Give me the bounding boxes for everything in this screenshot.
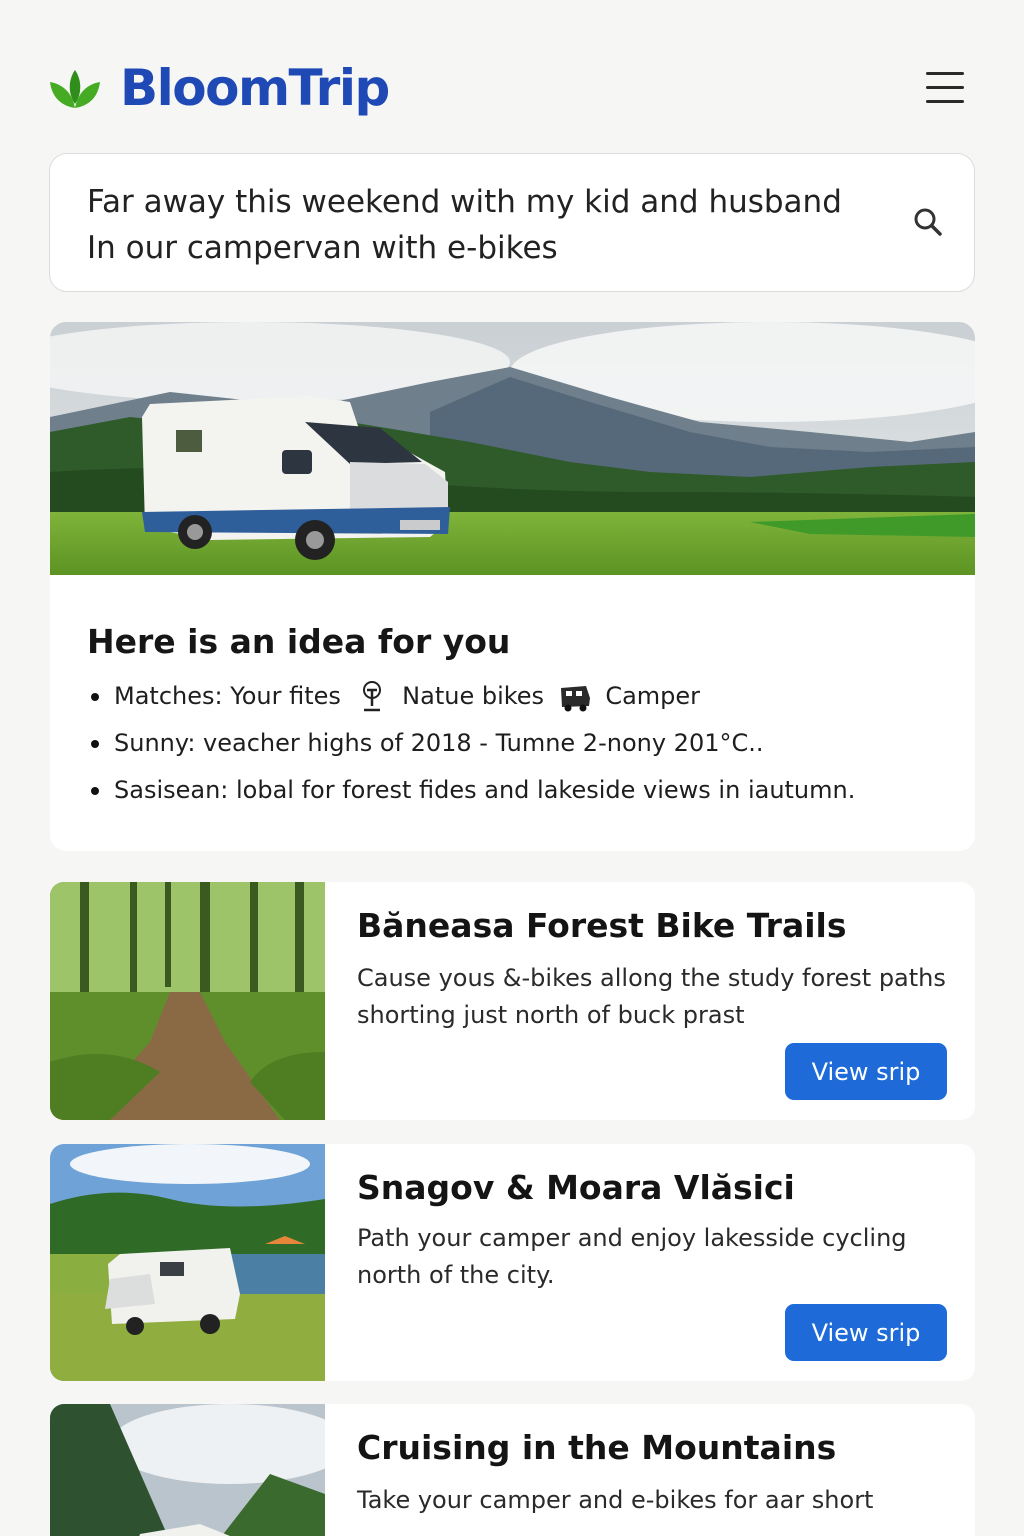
trip-description: Take your camper and e-bikes for aar sho… (357, 1482, 957, 1519)
search-query-line-1: Far away this weekend with my kid and hu… (87, 184, 842, 220)
camper-icon (560, 686, 590, 712)
idea-card: Here is an idea for you Matches: Your fi… (50, 322, 975, 851)
bike-icon (362, 681, 381, 712)
app-name: BloomTrip (120, 59, 390, 117)
idea-title: Here is an idea for you (87, 622, 511, 661)
search-box[interactable]: Far away this weekend with my kid and hu… (49, 153, 975, 292)
trip-card[interactable]: Cruising in the Mountains Take your camp… (50, 1404, 975, 1536)
search-query[interactable]: Far away this weekend with my kid and hu… (87, 179, 842, 271)
view-trip-button[interactable]: View srip (785, 1304, 947, 1361)
leaf-logo-icon (50, 70, 100, 108)
trip-card[interactable]: Snagov & Moara Vlăsici Path your camper … (50, 1144, 975, 1381)
trip-description-line: Take your camper and e-bikes for aar sho… (357, 1486, 874, 1514)
view-trip-button[interactable]: View srip (785, 1043, 947, 1100)
campervan-meadow-image (50, 322, 975, 575)
trip-description-line: north of the city. (357, 1261, 555, 1289)
matches-camper: Camper (605, 682, 701, 710)
idea-list: Matches: Your fites Natue bikes Camper S… (88, 679, 855, 820)
trip-description: Cause yous &-bikes allong the study fore… (357, 960, 957, 1034)
trip-title[interactable]: Cruising in the Mountains (357, 1428, 836, 1467)
trip-description: Path your camper and enjoy lakesside cyc… (357, 1220, 957, 1294)
matches-prefix: Matches: Your fites (114, 682, 341, 710)
matches-bikes: Natue bikes (402, 682, 545, 710)
trip-description-line: Path your camper and enjoy lakesside cyc… (357, 1224, 907, 1252)
hamburger-menu-icon[interactable] (926, 72, 964, 106)
mountain-image (50, 1404, 325, 1536)
trip-card[interactable]: Băneasa Forest Bike Trails Cause yous &-… (50, 882, 975, 1120)
search-query-line-2: In our campervan with e-bikes (87, 230, 558, 266)
search-icon[interactable] (912, 206, 944, 238)
trip-title[interactable]: Băneasa Forest Bike Trails (357, 906, 847, 945)
trip-description-line: shorting just north of buck prast (357, 1001, 745, 1029)
trip-description-line: Cause yous &-bikes allong the study fore… (357, 964, 946, 992)
idea-matches: Matches: Your fites Natue bikes Camper (88, 679, 855, 726)
forest-trail-image (50, 882, 325, 1120)
app-header: BloomTrip (0, 0, 1024, 150)
idea-season: Sasisean: lobal for forest fides and lak… (88, 773, 855, 820)
idea-weather: Sunny: veacher highs of 2018 - Tumne 2-n… (88, 726, 855, 773)
trip-title[interactable]: Snagov & Moara Vlăsici (357, 1168, 795, 1207)
lakeside-camper-image (50, 1144, 325, 1381)
app-logo[interactable]: BloomTrip (48, 58, 390, 118)
